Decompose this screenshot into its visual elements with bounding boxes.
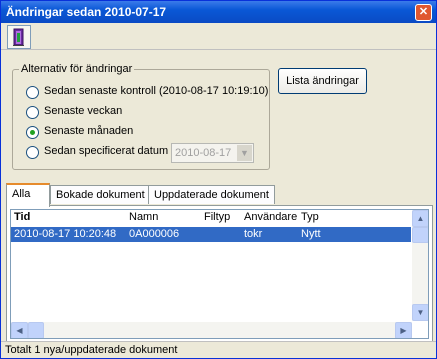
tab-booked-documents[interactable]: Bokade dokument [50,185,151,204]
date-picker[interactable]: 2010-08-17 ▼ [171,143,254,163]
vertical-scrollbar[interactable]: ▲ ▼ [412,210,428,321]
column-header-name[interactable]: Namn [129,211,158,223]
status-bar: Totalt 1 nya/uppdaterade dokument [1,341,436,358]
tab-updated-documents[interactable]: Uppdaterade dokument [148,185,275,204]
list-changes-button[interactable]: Lista ändringar [278,68,367,94]
cell-time: 2010-08-17 10:20:48 [14,228,117,240]
alternatives-legend: Alternativ för ändringar [19,63,135,75]
scroll-thumb[interactable] [412,227,428,243]
status-text: Totalt 1 nya/uppdaterade dokument [5,344,178,356]
column-header-filetype[interactable]: Filtyp [204,211,230,223]
cell-name: 0A000006 [129,228,180,240]
tab-panel: Tid Namn Filtyp Användare Typ 2010-08-17… [6,205,433,343]
radio-icon[interactable] [26,126,39,139]
radio-label: Senaste månaden [44,125,134,137]
horizontal-scrollbar[interactable]: ◀ ▶ [11,322,412,338]
scroll-up-button[interactable]: ▲ [412,210,428,227]
column-header-user[interactable]: Användare [244,211,297,223]
scroll-down-button[interactable]: ▼ [412,304,428,321]
tab-all[interactable]: Alla [6,183,50,207]
radio-label: Sedan senaste kontroll (2010-08-17 10:19… [44,85,269,97]
exit-button[interactable] [7,25,31,49]
close-icon: ✕ [418,6,429,18]
radio-label: Sedan specificerat datum [44,145,169,157]
tab-bar: Alla Bokade dokument Uppdaterade dokumen… [6,183,431,207]
cell-user: tokr [244,228,263,240]
changes-list[interactable]: Tid Namn Filtyp Användare Typ 2010-08-17… [10,209,429,339]
radio-selected-dot [30,130,35,135]
toolbar [1,23,436,50]
window-title: Ändringar sedan 2010-07-17 [6,5,167,19]
radio-icon[interactable] [26,86,39,99]
scroll-left-button[interactable]: ◀ [11,322,28,338]
column-header-time[interactable]: Tid [14,211,30,223]
date-value: 2010-08-17 [175,147,232,159]
title-bar[interactable]: Ändringar sedan 2010-07-17 ✕ [1,1,436,23]
cell-type: Nytt [301,228,321,240]
column-header-type[interactable]: Typ [301,211,319,223]
changes-window: Ändringar sedan 2010-07-17 ✕ Alternativ … [0,0,437,359]
chevron-down-icon[interactable]: ▼ [237,145,252,161]
hscroll-thumb[interactable] [28,322,44,338]
close-button[interactable]: ✕ [415,4,432,21]
list-header: Tid Namn Filtyp Användare Typ [11,210,411,225]
scroll-right-button[interactable]: ▶ [395,322,412,338]
radio-icon[interactable] [26,106,39,119]
door-exit-icon [13,28,24,46]
radio-icon[interactable] [26,146,39,159]
radio-label: Senaste veckan [44,105,123,117]
table-row[interactable]: 2010-08-17 10:20:48 0A000006 tokr Nytt [11,227,411,242]
